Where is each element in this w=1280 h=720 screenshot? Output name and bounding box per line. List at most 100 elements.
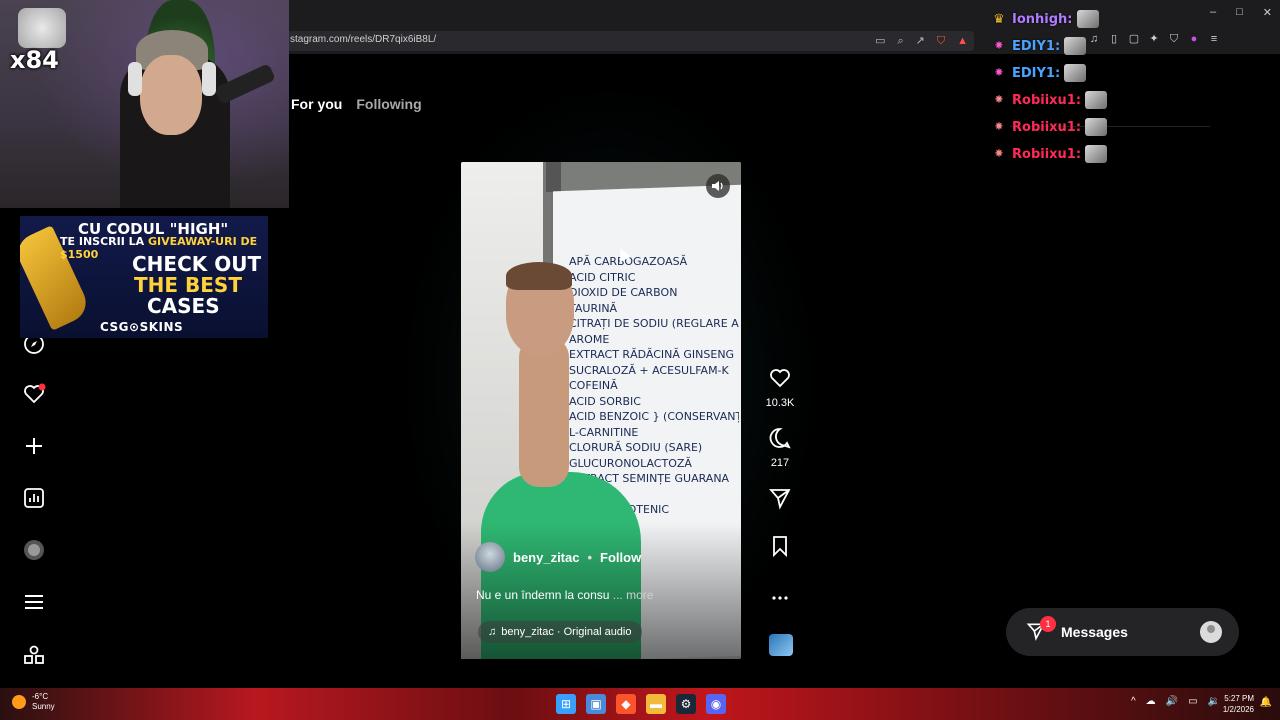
banner-brand: CSG⊙SKINS — [100, 320, 184, 334]
reel-caption: Nu e un îndemn la consu ... more — [476, 588, 653, 602]
windows-taskbar: -6°C Sunny ⊞ ▣ ◆ ▬ ⚙ ◉ ^ ☁ 🔊 ▭ 🔉 5:27 PM 1/2/2026… — [0, 688, 1280, 720]
chat-username: Robiixu1: — [1012, 92, 1082, 108]
chat-emote-icon — [1064, 64, 1087, 82]
whiteboard-line: ACID CITRIC — [569, 270, 636, 284]
banner-giveaway-prefix: TE INSCRII LA — [60, 235, 145, 248]
share-button[interactable] — [760, 486, 800, 515]
also-from-meta-icon[interactable] — [20, 642, 48, 670]
whiteboard-line: GLUCURONOLACTOZĂ — [569, 456, 692, 470]
author-name[interactable]: beny_zitac — [513, 550, 579, 565]
banner-headline-3: CASES — [147, 294, 220, 318]
taskbar-apps: ⊞ ▣ ◆ ▬ ⚙ ◉ — [556, 694, 726, 714]
user-avatar-icon — [1200, 621, 1222, 643]
sun-icon — [12, 695, 26, 709]
author-avatar[interactable] — [475, 542, 505, 572]
caption-more-link[interactable]: ... more — [613, 588, 654, 602]
audio-pill[interactable]: ♫ beny_zitac · Original audio — [478, 621, 642, 643]
chat-badge-icon: ⁕ — [993, 65, 1005, 81]
comment-button[interactable]: 217 — [760, 426, 800, 469]
chat-username: EDIY1: — [1012, 38, 1061, 54]
audio-thumbnail[interactable] — [769, 634, 793, 656]
chat-username: Robiixu1: — [1012, 146, 1082, 162]
save-button[interactable] — [760, 534, 800, 563]
whiteboard-line: L-CARNITINE — [569, 425, 639, 439]
steam-icon[interactable]: ⚙ — [676, 694, 696, 714]
reel-video[interactable]: APĂ CARBOGAZOASĂ ACID CITRIC DIOXID DE CAR… — [461, 162, 741, 659]
profile-avatar-icon[interactable] — [20, 536, 48, 564]
speaker-icon[interactable] — [706, 174, 730, 198]
wallet-icon[interactable]: ▢ — [1128, 33, 1140, 45]
video-person-hair — [506, 262, 572, 290]
whiteboard-line: SUCRALOZĂ + ACESULFAM-K — [569, 363, 729, 377]
weather-widget[interactable]: -6°C Sunny — [12, 692, 55, 712]
share-icon[interactable]: ↗ — [916, 33, 925, 49]
whiteboard-line: CITRAȚI DE SODIU (REGLARE ACIDITATE) — [569, 317, 739, 330]
window-controls: – □ ✕ — [1210, 6, 1272, 19]
chat-emote-icon — [1064, 37, 1087, 55]
messages-button[interactable]: 1 Messages — [1006, 608, 1239, 656]
create-plus-icon[interactable] — [20, 432, 48, 460]
extension-icons: ♫ ▯ ▢ ✦ ⛉ ● ≡ — [1088, 33, 1220, 45]
whiteboard-line: DIOXID DE CARBON — [569, 286, 678, 299]
send-icon — [769, 489, 791, 510]
display-icon[interactable]: ▭ — [1188, 696, 1197, 707]
chat-message: ⁕ Robiixu1: — [990, 89, 1108, 111]
notification-bell-icon[interactable]: 🔔 — [1260, 697, 1272, 708]
volume-icon[interactable]: 🔊 — [1166, 696, 1178, 707]
dashboard-icon[interactable] — [20, 484, 48, 512]
brave-shield-icon[interactable]: ⛉ — [937, 33, 945, 49]
chat-badge-icon: ♛ — [993, 11, 1005, 27]
url-bar-icons: ▭ ⌕ ↗ ⛉ ▲ — [875, 33, 968, 49]
notifications-heart-icon[interactable] — [20, 380, 48, 408]
file-explorer-icon[interactable]: ▬ — [646, 694, 666, 714]
clock[interactable]: 5:27 PM 1/2/2026 — [1223, 693, 1254, 715]
more-options-button[interactable] — [760, 586, 800, 615]
whiteboard-line: CLORURĂ SODIU (SARE) — [569, 441, 703, 454]
chat-message: ⁕ Robiixu1: — [990, 116, 1108, 138]
weather-desc: Sunny — [32, 702, 55, 711]
whiteboard-line: EXTRACT RĂDĂCINĂ GINSENG — [569, 348, 735, 361]
caption-text: Nu e un îndemn la consu — [476, 588, 610, 602]
like-button[interactable]: 10.3K — [760, 366, 800, 409]
like-count: 10.3K — [765, 397, 795, 409]
maximize-icon[interactable]: □ — [1236, 6, 1243, 19]
cast-icon[interactable]: ▭ — [875, 33, 885, 49]
discord-icon[interactable]: ◉ — [706, 694, 726, 714]
chat-username: Robiixu1: — [1012, 119, 1082, 135]
music-icon[interactable]: ♫ — [1088, 33, 1100, 45]
separator-dot: • — [587, 549, 593, 565]
close-icon[interactable]: ✕ — [1263, 6, 1272, 19]
file-viewer-icon[interactable]: ▣ — [586, 694, 606, 714]
ellipsis-icon — [772, 596, 788, 600]
system-tray: ^ ☁ 🔊 ▭ 🔉 — [1131, 696, 1220, 707]
streamer-webcam: x84 — [0, 0, 289, 208]
sponsor-banner: CU CODUL "HIGH" TE INSCRII LA GIVEAWAY-U… — [20, 216, 268, 338]
windows-start-icon[interactable]: ⊞ — [556, 694, 576, 714]
chat-message: ⁕ EDIY1: — [990, 35, 1087, 57]
more-menu-icon[interactable] — [20, 588, 48, 616]
profile-icon[interactable]: ● — [1188, 33, 1200, 45]
messages-label: Messages — [1061, 624, 1128, 640]
url-text[interactable]: stagram.com/reels/DR7qix6iB8L/ — [290, 34, 436, 45]
brave-rewards-icon[interactable]: ▲ — [957, 33, 968, 49]
sidebar-icon[interactable]: ▯ — [1108, 33, 1120, 45]
tab-for-you[interactable]: For you — [291, 96, 342, 112]
chat-badge-icon: ⁕ — [993, 119, 1005, 135]
weather-temp: -6°C — [32, 692, 49, 701]
chat-emote-icon — [1085, 145, 1108, 163]
onedrive-icon[interactable]: ☁ — [1146, 696, 1156, 707]
follow-button[interactable]: Follow — [600, 550, 641, 565]
vpn-icon[interactable]: ⛉ — [1168, 33, 1180, 45]
show-hidden-icons-icon[interactable]: ^ — [1131, 696, 1136, 707]
zoom-icon[interactable]: ⌕ — [897, 33, 903, 49]
speaker-icon[interactable]: 🔉 — [1208, 696, 1220, 707]
minimize-icon[interactable]: – — [1210, 6, 1216, 19]
leo-icon[interactable]: ✦ — [1148, 33, 1160, 45]
brave-browser-icon[interactable]: ◆ — [616, 694, 636, 714]
screen: stagram.com/reels/DR7qix6iB8L/ ▭ ⌕ ↗ ⛉ ▲… — [0, 0, 1280, 720]
menu-icon[interactable]: ≡ — [1208, 33, 1220, 45]
whiteboard-line: AROME — [569, 332, 610, 346]
heart-icon — [770, 369, 790, 388]
chat-username: Ionhigh: — [1012, 11, 1073, 27]
address-bar[interactable]: stagram.com/reels/DR7qix6iB8L/ ▭ ⌕ ↗ ⛉ ▲ — [284, 31, 974, 51]
